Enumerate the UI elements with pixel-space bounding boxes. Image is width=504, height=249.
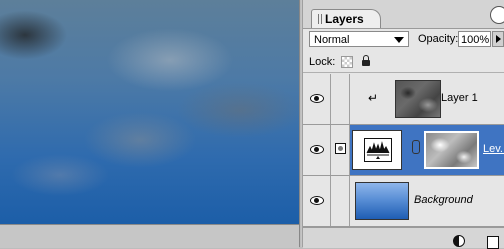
layer-name[interactable]: Lev... [483, 143, 504, 155]
mask-edit-toggle[interactable] [331, 125, 350, 175]
link-toggle[interactable] [331, 74, 350, 124]
layers-palette: Layers Normal Opacity: 100% Lock: ↵ Laye… [303, 0, 504, 249]
lock-transparent-icon[interactable] [341, 56, 353, 68]
tab-layers-label: Layers [325, 12, 364, 26]
eye-icon [310, 145, 324, 154]
layer-thumbnail [355, 182, 409, 220]
chevron-down-icon [394, 37, 404, 43]
clipping-mask-icon: ↵ [368, 91, 379, 105]
layer-row-levels[interactable]: Lev... [303, 125, 504, 176]
blend-mode-value: Normal [314, 34, 350, 46]
new-layer-icon[interactable] [487, 236, 499, 249]
lock-label: Lock: [309, 56, 336, 68]
layer-row-background[interactable]: Background [303, 176, 504, 227]
layer-name[interactable]: Layer 1 [441, 92, 478, 104]
eye-icon [310, 94, 324, 103]
opacity-input[interactable]: 100% [458, 31, 491, 47]
layer-mask-thumbnail[interactable] [424, 131, 479, 169]
link-toggle[interactable] [331, 176, 350, 226]
palette-bottom-bar [303, 227, 504, 249]
layer-thumbnail [395, 80, 441, 118]
grip-icon [318, 14, 322, 24]
canvas-horizontal-scrollbar[interactable] [0, 224, 299, 248]
lock-row: Lock: [303, 52, 504, 73]
opacity-slider-arrow-icon[interactable] [492, 31, 504, 47]
visibility-toggle[interactable] [303, 125, 331, 175]
layer-mask-icon [335, 143, 346, 154]
levels-histogram-icon [364, 138, 392, 162]
blend-mode-select[interactable]: Normal [309, 31, 409, 47]
opacity-label: Opacity: [418, 33, 459, 45]
palette-menu-icon[interactable] [490, 6, 504, 24]
palette-tab-strip: Layers [303, 0, 504, 29]
layer-name[interactable]: Background [414, 194, 473, 206]
lock-all-icon[interactable] [361, 55, 371, 67]
tab-layers[interactable]: Layers [311, 9, 381, 28]
layer-row-layer-1[interactable]: ↵ Layer 1 [303, 74, 504, 125]
adjustment-thumbnail[interactable] [352, 130, 402, 170]
visibility-toggle[interactable] [303, 176, 331, 226]
chain-link-icon[interactable] [412, 140, 420, 154]
document-canvas[interactable] [0, 0, 299, 224]
visibility-toggle[interactable] [303, 74, 331, 124]
eye-icon [310, 196, 324, 205]
layer-style-icon[interactable] [453, 235, 465, 247]
blend-options-row: Normal Opacity: 100% [303, 29, 504, 51]
